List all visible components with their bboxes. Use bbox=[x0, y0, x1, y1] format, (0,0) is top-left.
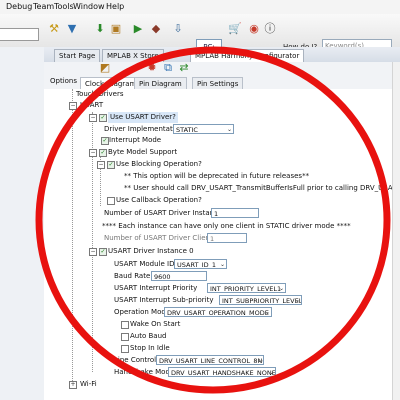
annotation-overlay bbox=[35, 46, 391, 394]
red-annotation-circle bbox=[35, 46, 391, 394]
